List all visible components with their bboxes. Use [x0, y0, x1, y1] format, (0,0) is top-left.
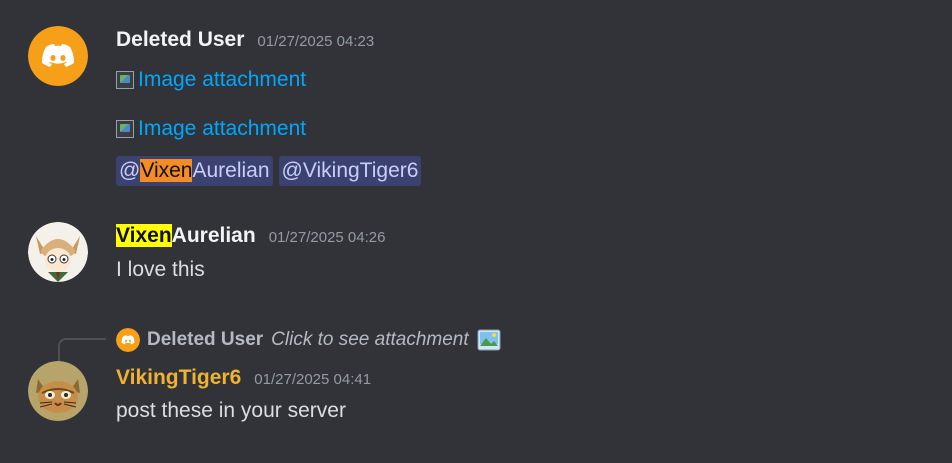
broken-image-icon — [116, 120, 134, 138]
reply-author: Deleted User — [147, 329, 264, 350]
avatar-vixenaurelian[interactable] — [28, 222, 88, 282]
mention-vikingtiger6[interactable]: @VikingTiger6 — [278, 156, 422, 186]
image-attachment[interactable]: Image attachment — [116, 117, 306, 141]
timestamp: 01/27/2025 04:26 — [268, 229, 386, 246]
username[interactable]: VixenAurelian — [116, 224, 256, 248]
cat-painting-avatar — [28, 361, 88, 421]
mentions-row: @VixenAurelian @VikingTiger6 — [116, 156, 422, 186]
search-highlight: Vixen — [116, 224, 172, 247]
broken-image-icon — [116, 71, 134, 89]
discord-logo-icon — [28, 26, 88, 86]
mention-vixenaurelian[interactable]: @VixenAurelian — [116, 156, 273, 186]
timestamp: 01/27/2025 04:41 — [254, 371, 372, 388]
discord-logo-icon — [116, 328, 140, 352]
username[interactable]: Deleted User — [116, 28, 244, 52]
reply-preview[interactable]: Deleted User Click to see attachment — [116, 328, 501, 352]
username[interactable]: VikingTiger6 — [116, 366, 241, 390]
reply-connector — [58, 338, 106, 362]
chat-log: Deleted User 01/27/2025 04:23 Image atta… — [0, 0, 952, 463]
message-content: post these in your server — [116, 399, 346, 422]
attachment-alt-text: Image attachment — [138, 117, 307, 140]
attachment-alt-text: Image attachment — [138, 68, 307, 91]
message-header: Deleted User 01/27/2025 04:23 — [116, 28, 374, 52]
reply-text: Click to see attachment — [271, 329, 469, 350]
cat-girl-avatar — [28, 222, 88, 282]
image-attachment[interactable]: Image attachment — [116, 68, 306, 92]
avatar-deleted-user[interactable] — [28, 26, 88, 86]
avatar-vikingtiger6[interactable] — [28, 361, 88, 421]
timestamp: 01/27/2025 04:23 — [257, 33, 375, 50]
message-header: VikingTiger6 01/27/2025 04:41 — [116, 366, 371, 390]
message-content: I love this — [116, 258, 205, 281]
search-highlight: Vixen — [140, 159, 193, 182]
message-header: VixenAurelian 01/27/2025 04:26 — [116, 224, 385, 248]
image-emoji-icon — [477, 329, 501, 351]
